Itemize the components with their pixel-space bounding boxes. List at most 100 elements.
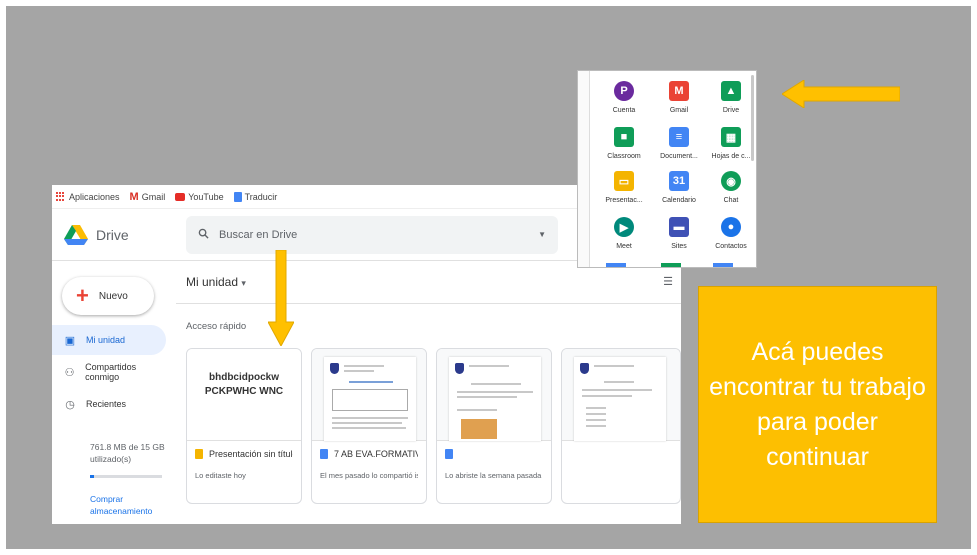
breadcrumb[interactable]: Mi unidad ▾: [186, 275, 246, 289]
search-placeholder: Buscar en Drive: [219, 228, 298, 241]
storage-bar: [90, 475, 162, 478]
truncated-title-fragment: L: [538, 523, 543, 524]
bookmark-apps[interactable]: Aplicaciones: [56, 191, 120, 202]
file-thumbnail: [437, 349, 551, 441]
app-calendar[interactable]: 31 Calendario: [653, 171, 705, 204]
sidebar-item-my-drive[interactable]: ▣ Mi unidad: [52, 325, 166, 355]
app-classroom[interactable]: ■ Classroom: [598, 127, 650, 160]
breadcrumb-label: Mi unidad: [186, 275, 239, 289]
app-gmail[interactable]: M Gmail: [653, 81, 705, 114]
document-preview: [324, 357, 416, 441]
bookmark-youtube-label: YouTube: [188, 191, 224, 202]
document-preview: [449, 357, 541, 441]
drive-logo-text: Drive: [96, 226, 129, 243]
search-options-icon[interactable]: ▼: [538, 230, 546, 239]
partial-app-icon: [713, 263, 733, 267]
app-label: Drive: [722, 107, 740, 114]
app-sheets[interactable]: ▦ Hojas de c...: [705, 127, 756, 160]
storage-usage-text: 761.8 MB de 15 GB utilizado(s): [90, 442, 165, 464]
drive-icon: ▲: [721, 81, 741, 101]
calendar-icon: 31: [669, 171, 689, 191]
drive-main: Mi unidad ▾ ☰ Acceso rápido bhdbcidpockw…: [176, 261, 681, 524]
new-button[interactable]: + Nuevo: [62, 277, 154, 315]
arrow-left-icon: [782, 80, 900, 108]
account-icon: P: [614, 81, 634, 101]
sheets-icon: ▦: [721, 127, 741, 147]
app-account[interactable]: P Cuenta: [598, 81, 650, 114]
list-view-icon[interactable]: ☰: [663, 275, 673, 288]
app-drive[interactable]: ▲ Drive: [705, 81, 756, 114]
callout-text: Acá puedes encontrar tu trabajo para pod…: [709, 337, 926, 471]
app-chat[interactable]: ◉ Chat: [705, 171, 756, 204]
docs-file-icon: [320, 449, 328, 459]
file-thumbnail: [562, 349, 680, 441]
app-label: Calendario: [662, 197, 696, 204]
file-card-3[interactable]: Lo abriste la semana pasada: [436, 348, 552, 504]
chevron-down-icon: ▾: [241, 278, 246, 288]
clock-icon: ◷: [65, 398, 75, 411]
app-label: Classroom: [607, 153, 641, 160]
sidebar-item-label: Recientes: [86, 399, 127, 409]
translate-icon: [233, 191, 242, 202]
file-icon-placeholder: [570, 449, 578, 459]
app-docs[interactable]: ≡ Document...: [653, 127, 705, 160]
app-label: Chat: [723, 197, 739, 204]
storage-bar-fill: [90, 475, 94, 478]
search-input[interactable]: Buscar en Drive ▼: [186, 215, 558, 254]
file-thumbnail: [312, 349, 426, 441]
chat-icon: ◉: [721, 171, 741, 191]
drive-logo[interactable]: Drive: [52, 224, 182, 245]
plus-icon: +: [76, 283, 89, 308]
file-thumbnail: bhdbcidpockw PCKPWHC WNC: [187, 349, 301, 441]
file-subtitle: Lo abriste la semana pasada: [445, 471, 542, 480]
app-label: Hojas de c...: [711, 153, 751, 160]
quick-access-heading: Acceso rápido: [186, 321, 247, 332]
drive-sidebar: + Nuevo ▣ Mi unidad ⚇ Compartidos conmig…: [52, 261, 176, 524]
sidebar-item-label: Compartidos conmigo: [85, 362, 137, 382]
docs-icon: ≡: [669, 127, 689, 147]
document-preview: [574, 357, 666, 441]
meet-icon: ▶: [614, 217, 634, 237]
file-subtitle: El mes pasado lo compartió isido...: [320, 471, 418, 480]
app-label: Presentac...: [605, 197, 643, 204]
youtube-icon: [175, 192, 186, 201]
instruction-callout: Acá puedes encontrar tu trabajo para pod…: [698, 286, 937, 523]
file-title: Presentación sin título: [209, 449, 293, 459]
file-card-4[interactable]: [561, 348, 681, 504]
sites-icon: ▬: [669, 217, 689, 237]
partial-app-icon: [661, 263, 681, 267]
sidebar-item-shared[interactable]: ⚇ Compartidos conmigo: [52, 357, 166, 387]
app-label: Cuenta: [612, 107, 636, 114]
bookmark-gmail[interactable]: M Gmail: [130, 191, 166, 203]
google-apps-menu: P Cuenta M Gmail ▲ Drive ■ Classroom ≡ Document..…: [577, 70, 757, 268]
app-meet[interactable]: ▶ Meet: [598, 217, 650, 250]
people-icon: ⚇: [64, 366, 75, 379]
bookmark-gmail-label: Gmail: [141, 191, 166, 202]
sidebar-item-recent[interactable]: ◷ Recientes: [52, 389, 166, 419]
app-sites[interactable]: ▬ Sites: [653, 217, 705, 250]
bookmark-youtube[interactable]: YouTube: [175, 191, 224, 202]
sidebar-item-label: Mi unidad: [86, 335, 126, 345]
new-button-label: Nuevo: [98, 290, 128, 302]
app-label: Gmail: [669, 107, 689, 114]
classroom-icon: ■: [614, 127, 634, 147]
file-card-1[interactable]: bhdbcidpockw PCKPWHC WNC Presentación si…: [186, 348, 302, 504]
arrow-down-icon: [268, 250, 294, 346]
buy-storage-link[interactable]: Comprar almacenamiento: [90, 493, 176, 517]
bookmark-translate[interactable]: Traducir: [233, 191, 277, 202]
app-label: Meet: [616, 243, 632, 250]
partial-app-icon: [606, 263, 626, 267]
gmail-icon: M: [669, 81, 689, 101]
apps-grid-icon: [56, 191, 66, 202]
file-title: 7 AB EVA.FORMATIVA: [334, 449, 418, 459]
slides-file-icon: [195, 449, 203, 459]
app-contacts[interactable]: ● Contactos: [705, 217, 756, 250]
drive-logo-icon: [64, 224, 88, 245]
file-card-2[interactable]: 7 AB EVA.FORMATIVA El mes pasado lo comp…: [311, 348, 427, 504]
app-slides[interactable]: ▭ Presentac...: [598, 171, 650, 204]
app-label: Contactos: [715, 243, 747, 250]
gmail-icon: M: [129, 190, 139, 203]
bookmark-apps-label: Aplicaciones: [69, 191, 120, 202]
app-label: Document...: [660, 153, 698, 160]
thumbnail-text: bhdbcidpockw PCKPWHC WNC: [187, 349, 301, 440]
